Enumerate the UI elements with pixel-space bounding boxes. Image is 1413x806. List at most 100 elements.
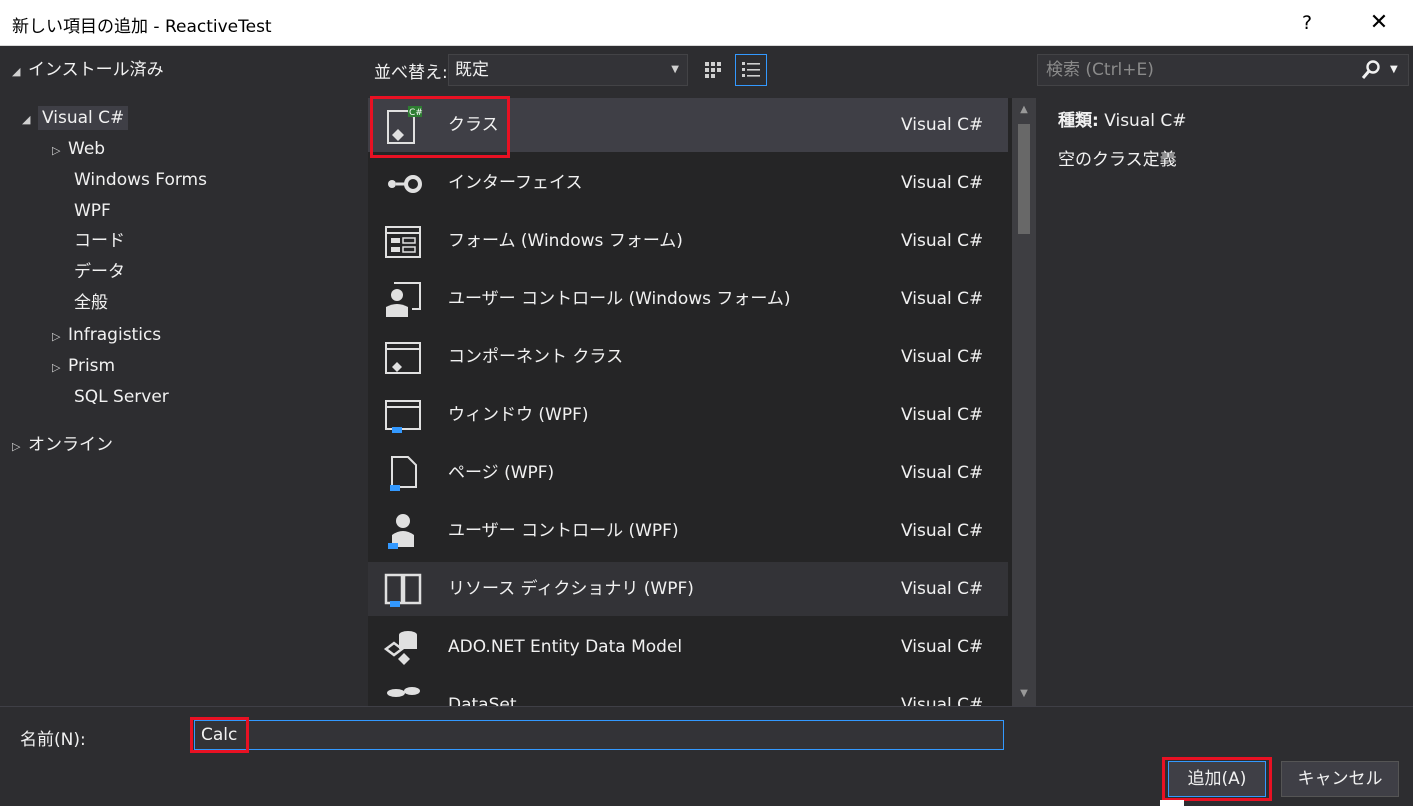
item-language: Visual C#	[901, 115, 984, 135]
tree-node-label: WPF	[74, 201, 111, 221]
dataset-icon	[387, 687, 420, 697]
template-description: 空のクラス定義	[1058, 150, 1177, 170]
template-list: C# クラス Visual C# インターフェイス Visual C# フォーム…	[368, 98, 1036, 706]
item-name: ウィンドウ (WPF)	[448, 405, 589, 425]
scroll-up-icon[interactable]: ▲	[1012, 100, 1036, 120]
scroll-thumb[interactable]	[1018, 124, 1030, 234]
help-button[interactable]: ?	[1285, 5, 1329, 41]
tree-node-sql-server[interactable]: SQL Server	[74, 383, 169, 411]
svg-text:C#: C#	[409, 108, 423, 118]
tree-node-label: Visual C#	[38, 106, 129, 130]
tree-node-wpf[interactable]: WPF	[74, 197, 111, 225]
tree-node-label: インストール済み	[28, 60, 164, 80]
item-name: コンポーネント クラス	[448, 347, 624, 367]
sort-value: 既定	[455, 60, 489, 80]
item-language: Visual C#	[901, 289, 984, 309]
search-input[interactable]	[1038, 55, 1348, 85]
sort-dropdown[interactable]: 既定 ▼	[448, 54, 688, 86]
user-control-icon	[386, 282, 421, 317]
template-list-scrollbar[interactable]: ▲ ▼	[1012, 98, 1036, 706]
item-language: Visual C#	[901, 521, 984, 541]
tree-node-web[interactable]: ▷ Web	[52, 135, 105, 163]
collapsed-arrow-icon: ▷	[52, 361, 61, 374]
resource-dictionary-icon	[384, 573, 422, 607]
wpf-user-control-icon	[388, 514, 414, 549]
tree-node-general[interactable]: 全般	[74, 289, 108, 317]
list-item[interactable]: ウィンドウ (WPF) Visual C#	[368, 388, 1008, 442]
item-name: インターフェイス	[448, 173, 583, 193]
tree-node-label: Windows Forms	[74, 170, 207, 190]
item-name: リソース ディクショナリ (WPF)	[448, 579, 694, 599]
scroll-down-icon[interactable]: ▼	[1012, 684, 1036, 704]
list-item[interactable]: ユーザー コントロール (Windows フォーム) Visual C#	[368, 272, 1008, 326]
list-item[interactable]: リソース ディクショナリ (WPF) Visual C#	[368, 562, 1008, 616]
tree-node-data[interactable]: データ	[74, 258, 125, 286]
class-icon: C#	[387, 106, 423, 144]
list-item[interactable]: ユーザー コントロール (WPF) Visual C#	[368, 504, 1008, 558]
kind-label: 種類:	[1058, 111, 1099, 131]
list-item[interactable]: DataSet Visual C#	[368, 678, 1008, 706]
tree-node-infragistics[interactable]: ▷ Infragistics	[52, 321, 161, 349]
tree-node-code[interactable]: コード	[74, 227, 125, 255]
tree-node-online[interactable]: ▷ オンライン	[12, 431, 113, 459]
name-input[interactable]	[194, 720, 1004, 750]
grid-view-button[interactable]	[697, 54, 729, 86]
list-view-icon	[742, 62, 760, 77]
item-language: Visual C#	[901, 463, 984, 483]
expanded-arrow-icon: ◢	[22, 113, 31, 126]
add-button[interactable]: 追加(A)	[1168, 761, 1266, 797]
tree-node-prism[interactable]: ▷ Prism	[52, 352, 115, 380]
tree-node-label: Prism	[68, 356, 116, 376]
collapsed-arrow-icon: ▷	[52, 144, 61, 157]
item-name: DataSet	[448, 695, 517, 706]
list-item[interactable]: コンポーネント クラス Visual C#	[368, 330, 1008, 384]
item-language: Visual C#	[901, 347, 984, 367]
item-name: クラス	[448, 115, 499, 135]
item-language: Visual C#	[901, 405, 984, 425]
kind-row: 種類: Visual C#	[1058, 106, 1398, 131]
search-options-dropdown[interactable]: ▼	[1390, 55, 1398, 85]
list-item[interactable]: C# クラス Visual C#	[368, 98, 1008, 152]
item-name: ADO.NET Entity Data Model	[448, 637, 683, 657]
item-name: ユーザー コントロール (Windows フォーム)	[448, 289, 791, 309]
cancel-button[interactable]: キャンセル	[1281, 761, 1399, 797]
tree-node-installed[interactable]: ◢ インストール済み	[12, 56, 164, 84]
window-title: 新しい項目の追加 - ReactiveTest	[12, 17, 272, 37]
tree-node-windows-forms[interactable]: Windows Forms	[74, 166, 207, 194]
search-icon[interactable]	[1360, 59, 1382, 81]
list-view-button[interactable]	[735, 54, 767, 86]
tree-node-label: SQL Server	[74, 387, 169, 407]
add-new-item-dialog: ◢ インストール済み ◢ Visual C# ▷ Web Windows Forms …	[0, 46, 1413, 806]
list-item[interactable]: ページ (WPF) Visual C#	[368, 446, 1008, 500]
item-language: Visual C#	[901, 579, 984, 599]
list-item[interactable]: ADO.NET Entity Data Model Visual C#	[368, 620, 1008, 674]
item-name: フォーム (Windows フォーム)	[448, 231, 683, 251]
item-language: Visual C#	[901, 231, 984, 251]
tree-node-label: オンライン	[28, 435, 113, 455]
item-language: Visual C#	[901, 637, 984, 657]
resize-grip[interactable]	[1160, 800, 1184, 806]
tree-node-label: コード	[74, 231, 125, 251]
dialog-footer: 名前(N): 追加(A) キャンセル	[0, 706, 1413, 806]
tree-node-label: データ	[74, 262, 125, 282]
close-button[interactable]: ✕	[1357, 5, 1401, 41]
item-language: Visual C#	[901, 173, 984, 193]
tree-node-visual-csharp[interactable]: ◢ Visual C#	[22, 104, 129, 132]
wpf-page-icon	[390, 456, 417, 491]
wpf-window-icon	[385, 400, 421, 433]
tree-node-label: 全般	[74, 293, 108, 313]
list-item[interactable]: インターフェイス Visual C#	[368, 156, 1008, 210]
collapsed-arrow-icon: ▷	[12, 440, 21, 453]
name-label: 名前(N):	[20, 730, 86, 750]
kind-value: Visual C#	[1104, 111, 1187, 131]
template-details: 種類: Visual C# 空のクラス定義	[1058, 106, 1398, 170]
component-class-icon	[385, 342, 421, 374]
entity-data-model-icon	[383, 631, 417, 665]
tree-node-label: Infragistics	[68, 325, 162, 345]
list-item[interactable]: フォーム (Windows フォーム) Visual C#	[368, 214, 1008, 268]
tree-node-label: Web	[68, 139, 106, 159]
title-bar: 新しい項目の追加 - ReactiveTest ? ✕	[0, 0, 1413, 46]
expanded-arrow-icon: ◢	[12, 65, 21, 78]
template-category-tree: ◢ インストール済み ◢ Visual C# ▷ Web Windows Forms …	[0, 46, 362, 706]
interface-icon	[388, 175, 422, 193]
